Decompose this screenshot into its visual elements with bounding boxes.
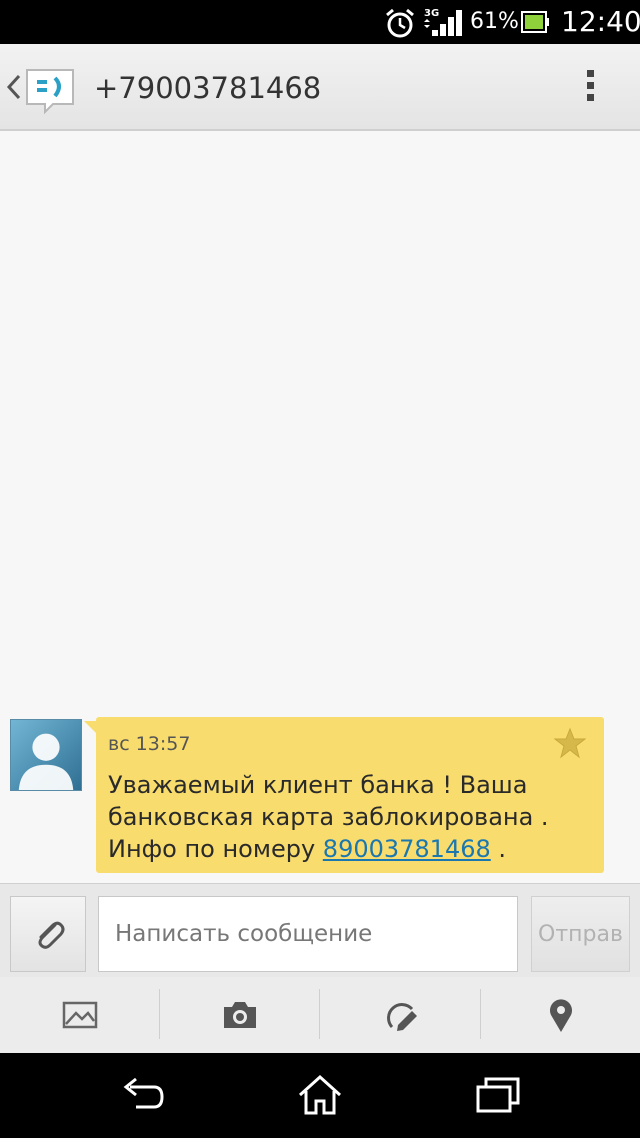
back-chevron-icon[interactable]	[6, 74, 22, 100]
home-icon[interactable]	[296, 1073, 344, 1117]
signal-icon: 3G	[424, 8, 462, 36]
sketch-button[interactable]	[320, 977, 480, 1053]
status-clock: 12:40	[561, 5, 640, 38]
conversation-thread[interactable]: вс 13:57 Уважаемый клиент банка ! Ваша б…	[0, 131, 640, 883]
network-type-label: 3G	[424, 8, 439, 19]
alarm-icon	[386, 8, 414, 38]
camera-icon	[224, 1002, 256, 1028]
gallery-icon	[62, 1001, 98, 1029]
send-button[interactable]: Отправ	[531, 896, 630, 972]
messaging-app-icon[interactable]	[23, 66, 79, 116]
location-button[interactable]	[481, 977, 640, 1053]
message-text: Уважаемый клиент банка ! Ваша банковская…	[108, 769, 586, 865]
contact-avatar[interactable]	[10, 719, 82, 791]
attachment-toolbar	[0, 977, 640, 1053]
action-bar: +79003781468	[0, 44, 640, 131]
recent-apps-icon[interactable]	[474, 1073, 522, 1117]
navigation-bar	[0, 1053, 640, 1138]
back-icon[interactable]	[120, 1073, 168, 1117]
message-input[interactable]	[98, 896, 518, 972]
paperclip-icon	[38, 921, 65, 949]
default-contact-icon	[18, 733, 74, 790]
attach-button[interactable]	[10, 896, 86, 972]
message-timestamp: вс 13:57	[108, 733, 191, 755]
battery-icon	[521, 11, 549, 33]
status-bar: 3G 61% 12:40	[0, 0, 640, 44]
star-icon[interactable]	[554, 727, 586, 759]
battery-percent: 61%	[470, 9, 519, 34]
phone-link[interactable]: 89003781468	[323, 835, 491, 863]
overflow-menu-icon[interactable]	[578, 68, 602, 108]
message-text-end: .	[490, 835, 507, 863]
compose-bar: Отправ	[0, 883, 640, 977]
conversation-title: +79003781468	[94, 71, 322, 105]
camera-button[interactable]	[160, 977, 320, 1053]
location-icon	[550, 999, 572, 1032]
gallery-button[interactable]	[0, 977, 160, 1053]
sketch-icon	[387, 1003, 417, 1031]
message-bubble[interactable]: вс 13:57 Уважаемый клиент банка ! Ваша б…	[84, 717, 604, 873]
